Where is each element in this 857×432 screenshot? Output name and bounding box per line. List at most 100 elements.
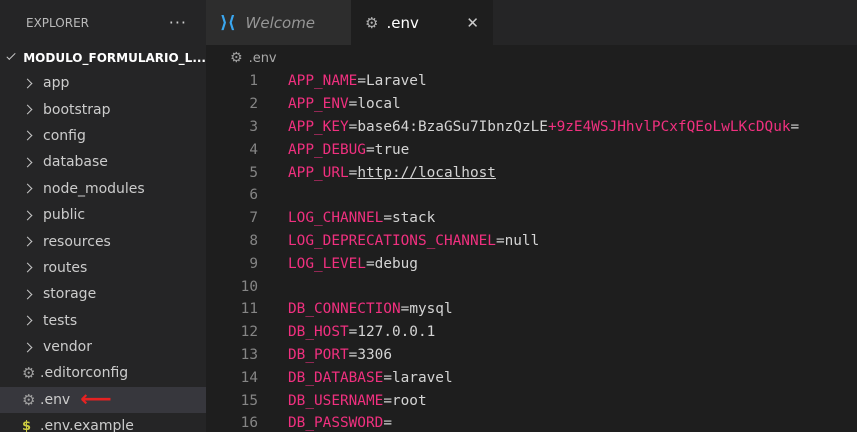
code-text: APP_DEBUG=true (288, 142, 409, 158)
equals-sign: = (400, 301, 410, 318)
chevron-right-icon (22, 78, 33, 89)
folder-item[interactable]: storage (0, 281, 206, 307)
equals-sign: = (383, 369, 392, 386)
annotation-arrow-icon: ⟵ (80, 386, 112, 412)
code-line: 4 APP_DEBUG=true (206, 138, 857, 161)
tree-item-label: routes (43, 259, 88, 276)
close-icon[interactable]: ✕ (466, 14, 479, 32)
env-key: APP_URL (288, 164, 349, 181)
equals-sign: = (495, 232, 505, 249)
folder-item[interactable]: vendor (0, 334, 206, 360)
code-text: DB_DATABASE=laravel (288, 370, 453, 386)
env-key: DB_HOST (288, 324, 349, 341)
root-folder-label: MODULO_FORMULARIO_L... (23, 50, 206, 65)
line-number: 10 (240, 278, 258, 295)
line-number: 13 (240, 346, 258, 363)
tree-item-label: app (43, 75, 70, 92)
code-text: LOG_LEVEL=debug (288, 256, 418, 272)
env-value: stack (391, 210, 436, 227)
tab-bar: ⟩⟨ Welcome ⚙ .env ✕ (206, 0, 857, 45)
tree-item-label: resources (43, 233, 111, 250)
folder-item[interactable]: app (0, 70, 206, 96)
tab-welcome[interactable]: ⟩⟨ Welcome (206, 0, 351, 45)
file-item[interactable]: ⚙ .env ⟵ (0, 386, 206, 414)
env-key: DB_USERNAME (288, 392, 384, 409)
env-value: 3306 (357, 346, 392, 363)
root-folder[interactable]: MODULO_FORMULARIO_L... (0, 45, 206, 70)
line-number: 9 (249, 255, 258, 272)
vscode-icon: ⟩⟨ (220, 12, 236, 33)
chevron-right-icon (22, 289, 33, 300)
folder-item[interactable]: database (0, 149, 206, 175)
env-value-part: + (547, 118, 557, 135)
tab-label: .env (386, 13, 419, 32)
env-key: LOG_CHANNEL (288, 210, 384, 227)
tree-item-label: node_modules (43, 180, 145, 197)
dollar-icon: $ (22, 418, 32, 432)
code-line: 6 (206, 184, 857, 207)
chevron-down-icon (6, 50, 16, 61)
file-tree: app bootstrap config database node_modulespu… (0, 70, 206, 432)
env-key: LOG_LEVEL (288, 255, 366, 272)
tree-item-label: config (43, 127, 86, 144)
env-value: local (357, 96, 401, 113)
env-value: debug (374, 255, 418, 272)
explorer-sidebar: EXPLORER ··· MODULO_FORMULARIO_L... app b… (0, 0, 206, 432)
file-item[interactable]: $ .env.example (0, 413, 206, 432)
tree-item-label: database (43, 154, 108, 171)
folder-item[interactable]: bootstrap (0, 96, 206, 122)
code-line: 3 APP_KEY = base64:BzaGSu7IbnzQzLE+9zE4WSJH… (206, 116, 857, 139)
env-key: APP_KEY (288, 118, 349, 135)
line-number: 6 (249, 187, 258, 204)
tree-item-label: public (43, 207, 86, 224)
chevron-right-icon (22, 104, 33, 115)
code-line: 14 DB_DATABASE=laravel (206, 366, 857, 389)
chevron-right-icon (22, 183, 33, 194)
code-text: LOG_CHANNEL=stack (288, 210, 435, 226)
line-number: 8 (249, 232, 258, 249)
code-editor[interactable]: 1 APP_NAME=Laravel 2 APP_ENV=local 3 APP_KEY=… (206, 70, 857, 432)
code-text: DB_PASSWORD= (288, 415, 392, 431)
folder-item[interactable]: routes (0, 255, 206, 281)
folder-item[interactable]: config (0, 123, 206, 149)
chevron-right-icon (22, 342, 33, 353)
code-text: DB_CONNECTION=mysql (288, 301, 453, 317)
code-line: 8 LOG_DEPRECATIONS_CHANNEL=null (206, 230, 857, 253)
tree-item-label: bootstrap (43, 101, 111, 118)
more-actions-icon[interactable]: ··· (169, 13, 187, 32)
code-text: APP_NAME=Laravel (288, 73, 427, 89)
code-text: APP_ENV=local (288, 96, 401, 112)
folder-item[interactable]: tests (0, 308, 206, 334)
tree-item-label: .env (40, 391, 71, 408)
env-key: DB_PORT (288, 346, 349, 363)
chevron-right-icon (22, 157, 33, 168)
env-value-part: = (790, 118, 800, 135)
code-text: APP_URL=http://localhost (288, 165, 496, 181)
tree-item-label: .editorconfig (40, 365, 129, 382)
tree-item-label: storage (43, 286, 97, 303)
line-number: 3 (249, 118, 258, 135)
folder-item[interactable]: node_modules (0, 176, 206, 202)
env-key: APP_NAME (288, 73, 358, 90)
gear-icon: ⚙ (230, 50, 243, 66)
file-item[interactable]: ⚙ .editorconfig (0, 360, 206, 386)
env-value: true (374, 141, 410, 158)
explorer-header: EXPLORER ··· (0, 0, 206, 45)
folder-item[interactable]: public (0, 202, 206, 228)
env-value: Laravel (365, 73, 427, 90)
env-url-value[interactable]: http://localhost (357, 165, 496, 181)
line-number: 12 (240, 324, 258, 341)
folder-item[interactable]: resources (0, 228, 206, 254)
breadcrumb-file[interactable]: .env (249, 51, 277, 66)
code-line: 9 LOG_LEVEL=debug (206, 252, 857, 275)
env-value: root (391, 392, 427, 409)
gear-icon: ⚙ (22, 364, 36, 383)
code-line: 12 DB_HOST=127.0.0.1 (206, 321, 857, 344)
line-number: 1 (249, 73, 258, 90)
equals-sign: = (383, 392, 392, 409)
env-value: laravel (391, 369, 453, 386)
equals-sign: = (357, 73, 366, 90)
code-text: LOG_DEPRECATIONS_CHANNEL=null (288, 233, 539, 249)
chevron-right-icon (22, 131, 33, 141)
tab-env[interactable]: ⚙ .env ✕ (351, 0, 493, 45)
